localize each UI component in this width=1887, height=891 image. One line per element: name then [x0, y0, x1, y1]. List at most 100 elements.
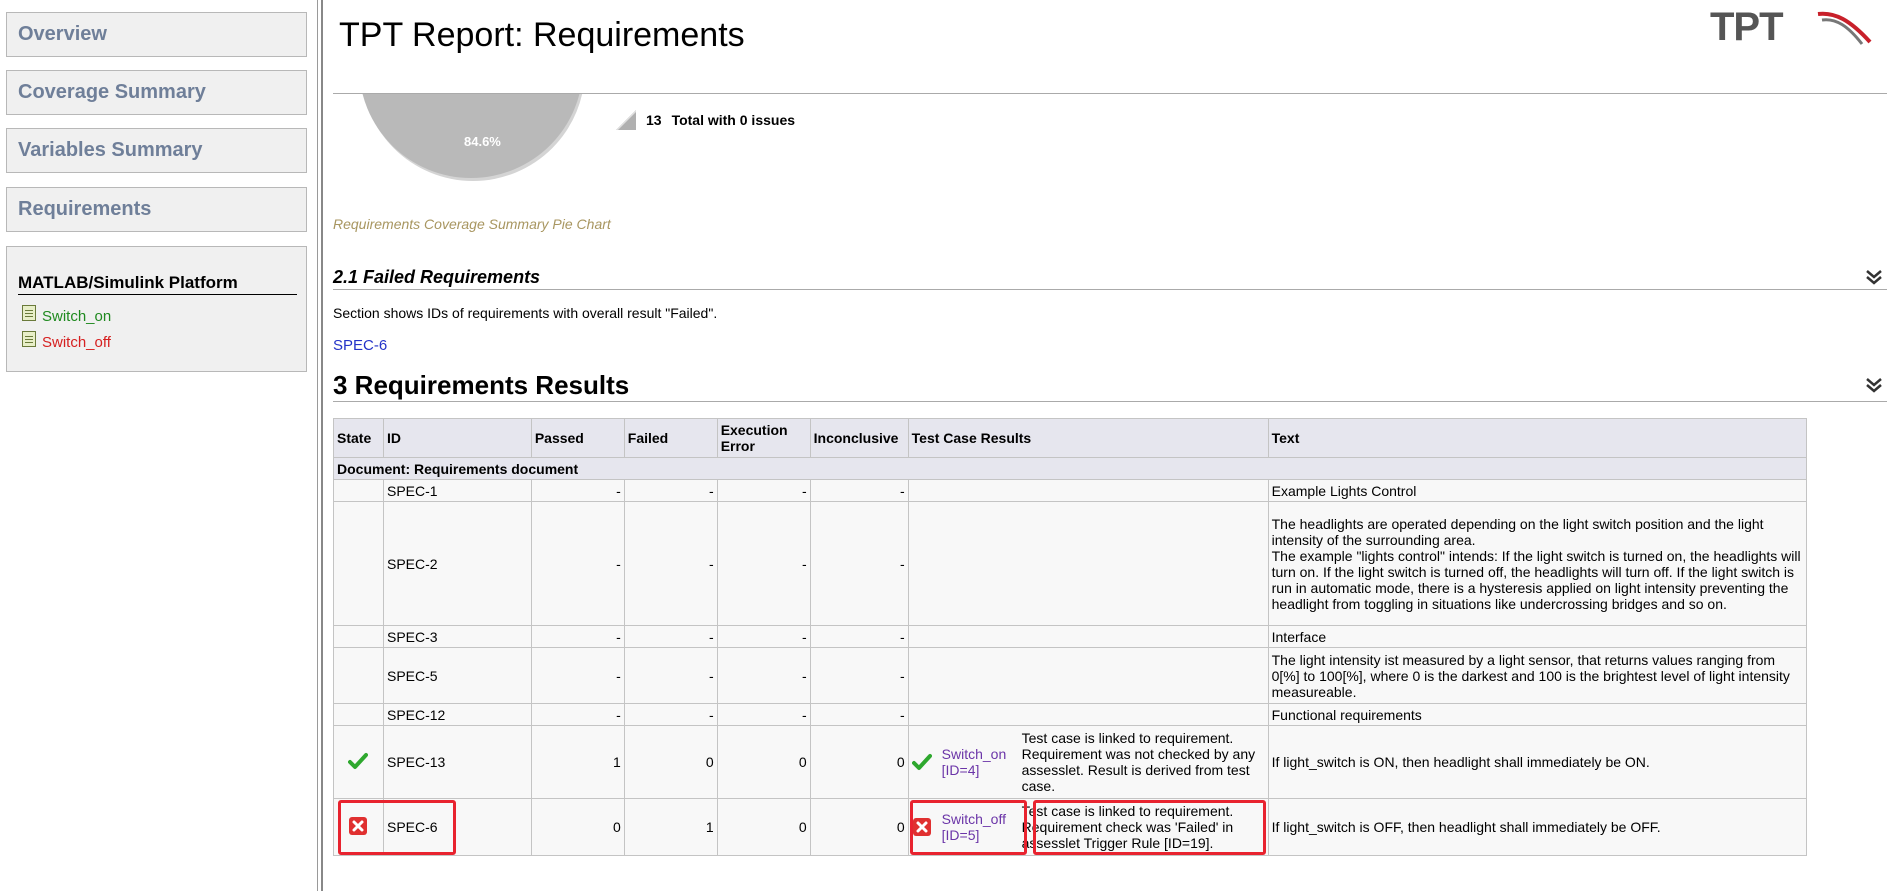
sidebar-testcase-switch-off[interactable]: Switch_off [18, 329, 295, 355]
nav-overview[interactable]: Overview [6, 12, 307, 57]
pie-percent-label: 84.6% [464, 134, 501, 149]
requirements-results-table: State ID Passed Failed Execution Error In… [333, 418, 1808, 856]
tcr-cell [907, 703, 1269, 726]
passed-check-icon [348, 752, 369, 769]
state-cell [333, 501, 384, 626]
legend-label: Total with 0 issues [671, 112, 796, 128]
inconclusive-cell: - [809, 625, 909, 648]
tcr-cell [907, 647, 1269, 704]
passed-cell: - [530, 501, 625, 626]
id-cell: SPEC-13 [382, 725, 532, 799]
table-row: SPEC-13 1 0 0 0 Switch_on [ID=4] Test ca… [333, 725, 1808, 799]
text-cell: Example Lights Control [1267, 479, 1808, 502]
passed-cell: 1 [530, 725, 625, 799]
column-header: Test Case Results [907, 418, 1269, 458]
failed-cell: 1 [623, 798, 718, 856]
tcr-cell [907, 479, 1269, 502]
failed-requirements-description: Section shows IDs of requirements with o… [333, 305, 718, 321]
passed-cell: - [530, 625, 625, 648]
highlight-box [338, 800, 456, 855]
exec-error-cell: - [716, 647, 811, 704]
state-cell [333, 703, 384, 726]
column-header: State [333, 418, 384, 458]
state-cell [333, 625, 384, 648]
main-content: TPT Report: Requirements TPT 84.6% 13 To… [333, 0, 1887, 891]
text-cell: Functional requirements [1267, 703, 1808, 726]
document-group-label: Document: Requirements document [333, 457, 1807, 480]
inconclusive-cell: - [809, 479, 909, 502]
inconclusive-cell: - [809, 501, 909, 626]
text-cell: If light_switch is OFF, then headlight s… [1267, 798, 1808, 856]
inconclusive-cell: 0 [809, 798, 909, 856]
id-cell: SPEC-2 [382, 501, 532, 626]
failed-cell: - [623, 625, 718, 648]
collapse-chevron-icon[interactable] [1865, 376, 1883, 394]
table-row: SPEC-12 - - - - Functional requirements [333, 703, 1808, 726]
failed-cell: - [623, 501, 718, 626]
passed-cell: 0 [530, 798, 625, 856]
column-header: Execution Error [716, 418, 811, 458]
table-row: SPEC-2 - - - - The headlights are operat… [333, 501, 1808, 626]
table-row: SPEC-6 0 1 0 0 Switch_off [ID=5] Test ca… [333, 798, 1808, 856]
requirements-results-heading: 3 Requirements Results [333, 370, 630, 400]
failed-cell: - [623, 703, 718, 726]
sidebar: Overview Coverage Summary Variables Summ… [0, 0, 323, 891]
passed-cell: - [530, 703, 625, 726]
testcase-label: Switch_on [42, 307, 112, 325]
section-divider [333, 401, 1887, 402]
passed-cell: - [530, 647, 625, 704]
platform-panel: MATLAB/Simulink Platform Switch_on Switc… [6, 246, 307, 372]
failed-cell: - [623, 647, 718, 704]
column-header: Passed [530, 418, 625, 458]
id-cell: SPEC-12 [382, 703, 532, 726]
column-header: Failed [623, 418, 718, 458]
table-row: SPEC-1 - - - - Example Lights Control [333, 479, 1808, 502]
column-header: Inconclusive [809, 418, 909, 458]
table-row: SPEC-5 - - - - The light intensity ist m… [333, 647, 1808, 704]
text-cell: The light intensity ist measured by a li… [1267, 647, 1808, 704]
nav-variables-summary[interactable]: Variables Summary [6, 128, 307, 173]
chart-caption: Requirements Coverage Summary Pie Chart [333, 216, 611, 232]
passed-cell: - [530, 479, 625, 502]
state-cell [333, 479, 384, 502]
failed-requirement-link[interactable]: SPEC-6 [333, 337, 387, 354]
document-icon [22, 305, 36, 321]
testcase-result-note: Test case is linked to requirement. Requ… [1021, 730, 1256, 794]
table-row: SPEC-3 - - - - Interface [333, 625, 1808, 648]
failed-cell: - [623, 479, 718, 502]
id-cell: SPEC-5 [382, 647, 532, 704]
inconclusive-cell: - [809, 703, 909, 726]
exec-error-cell: - [716, 479, 811, 502]
document-icon [22, 331, 36, 347]
tcr-cell: Switch_on [ID=4] Test case is linked to … [907, 725, 1269, 799]
id-cell: SPEC-3 [382, 625, 532, 648]
nav-coverage-summary[interactable]: Coverage Summary [6, 70, 307, 115]
sidebar-testcase-switch-on[interactable]: Switch_on [18, 303, 295, 329]
highlight-box [909, 800, 1027, 855]
column-header: ID [382, 418, 532, 458]
document-group-row: Document: Requirements document [333, 457, 1807, 480]
exec-error-cell: 0 [716, 725, 811, 799]
state-cell [333, 725, 384, 799]
exec-error-cell: 0 [716, 798, 811, 856]
testcase-label: Switch_off [42, 333, 111, 351]
section-divider [333, 289, 1887, 290]
coverage-pie-chart: 84.6% [351, 94, 591, 190]
svg-text:TPT: TPT [1710, 6, 1783, 48]
id-cell: SPEC-1 [382, 479, 532, 502]
failed-requirements-heading: 2.1 Failed Requirements [333, 267, 541, 287]
exec-error-cell: - [716, 501, 811, 626]
legend-swatch-icon [616, 110, 636, 130]
testcase-result-link[interactable]: Switch_on [ID=4] [942, 746, 1022, 778]
text-cell: Interface [1267, 625, 1808, 648]
tcr-cell [907, 501, 1269, 626]
inconclusive-cell: - [809, 647, 909, 704]
state-cell [333, 647, 384, 704]
tcr-cell [907, 625, 1269, 648]
text-cell: If light_switch is ON, then headlight sh… [1267, 725, 1808, 799]
highlight-box [1032, 800, 1266, 855]
collapse-chevron-icon[interactable] [1865, 268, 1883, 286]
tpt-logo: TPT [1710, 6, 1872, 48]
column-header: Text [1267, 418, 1808, 458]
nav-requirements[interactable]: Requirements [6, 187, 307, 232]
